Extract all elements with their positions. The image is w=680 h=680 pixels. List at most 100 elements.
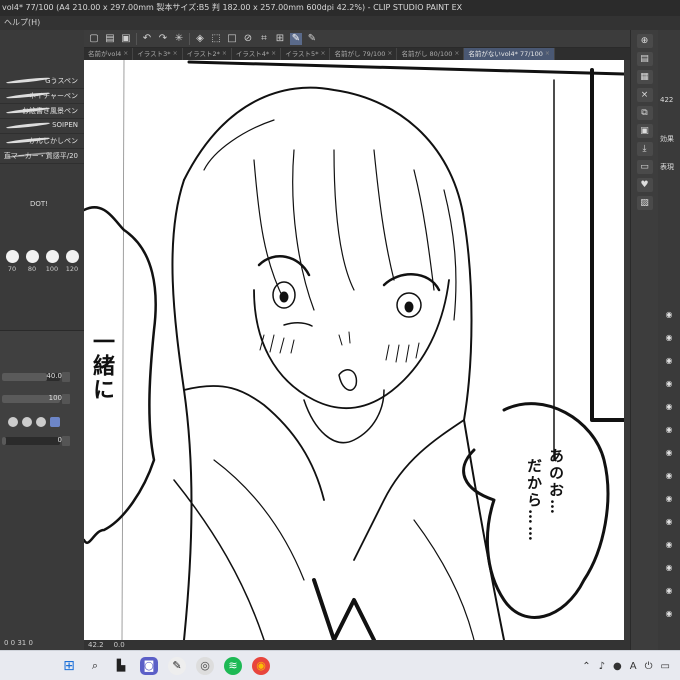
tab[interactable]: イラスト2* × [183, 48, 232, 60]
mic-icon[interactable]: ● [613, 661, 622, 672]
heart-icon[interactable]: ♥ [636, 178, 653, 192]
layer-icon[interactable]: ▤ [636, 52, 653, 66]
clipstudio-icon[interactable]: ✎ [168, 657, 186, 675]
brush-item[interactable]: SOIPEN [0, 119, 84, 134]
layer-visibility-list: ◉ ◉ ◉ ◉ ◉ ◉ ◉ ◉ ◉ ◉ ◉ ◉ ◉ ◉ [662, 310, 676, 632]
navigator-icon[interactable]: ⊕ [636, 34, 653, 48]
chrome-icon[interactable]: ◉ [252, 657, 270, 675]
brush-item[interactable]: Gうスペン [0, 74, 84, 89]
eye-icon[interactable]: ◉ [662, 448, 676, 471]
display-label: 表現 [660, 163, 674, 171]
paste-icon[interactable]: ▣ [636, 124, 653, 138]
material-icon[interactable]: ▦ [636, 70, 653, 84]
chat-icon[interactable]: ◙ [140, 657, 158, 675]
size-preset[interactable]: 70 [5, 250, 19, 280]
image-icon[interactable]: ▨ [636, 196, 653, 210]
brush-shape-options[interactable] [8, 416, 74, 428]
close-icon[interactable]: × [222, 48, 227, 60]
opacity-slider[interactable]: 100 [0, 393, 84, 405]
rect-icon[interactable]: □ [226, 33, 238, 45]
right-toolbar: ⊕ ▤ ▦ × ⧉ ▣ ⤓ ▭ ♥ ▨ [630, 30, 658, 650]
export-icon[interactable]: ⤓ [636, 142, 653, 156]
tab[interactable]: 名前がし 80/100 × [397, 48, 465, 60]
open-icon[interactable]: ▤ [104, 33, 116, 45]
snap-icon[interactable]: ✎ [290, 32, 302, 45]
tab[interactable]: イラスト4* × [232, 48, 282, 60]
tab-active[interactable]: 名前がないvol4* 77/100 × [464, 48, 555, 60]
eye-icon[interactable]: ◉ [662, 517, 676, 540]
power-icon[interactable]: ⏻ [645, 661, 653, 672]
snap-ruler-icon[interactable]: ✎ [306, 33, 318, 45]
close-icon[interactable]: × [545, 48, 550, 60]
close-icon[interactable]: × [387, 48, 392, 60]
eye-icon[interactable]: ◉ [662, 609, 676, 632]
folder-icon[interactable]: ▭ [636, 160, 653, 174]
chevron-up-icon[interactable]: ⌃ [582, 661, 590, 672]
menu-help[interactable]: ヘルプ(H) [2, 18, 42, 27]
volume-icon[interactable]: ♪ [599, 661, 605, 672]
copy-icon[interactable]: ⧉ [636, 106, 653, 120]
eye-icon[interactable]: ◉ [662, 425, 676, 448]
eye-icon[interactable]: ◉ [662, 356, 676, 379]
tab[interactable]: イラスト5* × [281, 48, 331, 60]
new-icon[interactable]: ▢ [88, 33, 100, 45]
transform-icon[interactable]: ⬚ [210, 33, 222, 45]
shape-option[interactable] [8, 417, 18, 427]
brush-item[interactable]: 直マーカー・質感平/20 [0, 149, 84, 164]
save-icon[interactable]: ▣ [120, 33, 132, 45]
close-icon[interactable]: × [320, 48, 325, 60]
brush-item[interactable]: ネイチャーペン [0, 89, 84, 104]
undo-icon[interactable]: ↶ [141, 33, 153, 45]
eye-icon[interactable]: ◉ [662, 333, 676, 356]
language-icon[interactable]: A [630, 661, 637, 672]
close-icon[interactable]: × [123, 48, 128, 60]
eye-icon[interactable]: ◉ [662, 471, 676, 494]
tab[interactable]: イラスト3* × [133, 48, 183, 60]
shape-option-selected[interactable] [50, 417, 60, 427]
drawing-canvas[interactable]: 一緒に あのお… だから…… [84, 60, 624, 640]
spin-button[interactable] [62, 394, 70, 404]
size-preset[interactable]: 100 [45, 250, 59, 280]
deselect-icon[interactable]: ⊘ [242, 33, 254, 45]
zoom-readout[interactable]: 42.2 [88, 640, 104, 650]
start-icon[interactable]: ⊞ [60, 657, 78, 675]
size-preset[interactable]: 120 [65, 250, 79, 280]
size-slider[interactable]: 40.0 [0, 371, 84, 383]
crop-icon[interactable]: ⌗ [258, 33, 270, 45]
spin-button[interactable] [62, 436, 70, 446]
eye-icon[interactable]: ◉ [662, 379, 676, 402]
redo-icon[interactable]: ↷ [157, 33, 169, 45]
brush-item[interactable]: かんじかしペン [0, 134, 84, 149]
tab[interactable]: 名前がvol4 × [84, 48, 134, 60]
size-preset[interactable]: 80 [25, 250, 39, 280]
close-icon[interactable]: × [454, 48, 459, 60]
clipstudio2-icon[interactable]: ◎ [196, 657, 214, 675]
speech-bubble-right-line2: だから…… [525, 458, 543, 543]
close-icon[interactable]: × [173, 48, 178, 60]
eye-icon[interactable]: ◉ [662, 402, 676, 425]
zoom-field[interactable]: 422 [658, 96, 680, 104]
spotify-icon[interactable]: ≋ [224, 657, 242, 675]
fit-icon[interactable]: ⊞ [274, 33, 286, 45]
third-slider[interactable]: 0 [0, 435, 84, 447]
shape-option[interactable] [36, 417, 46, 427]
brush-item[interactable]: お絵書き風景ペン [0, 104, 84, 119]
eye-icon[interactable]: ◉ [662, 494, 676, 517]
close-icon[interactable]: × [636, 88, 653, 102]
taskview-icon[interactable]: ▙ [112, 657, 130, 675]
manga-illustration [84, 60, 624, 640]
tab[interactable]: 名前がし 79/100 × [330, 48, 398, 60]
eye-icon[interactable]: ◉ [662, 563, 676, 586]
fill-icon[interactable]: ◈ [194, 33, 206, 45]
brush-dot-row[interactable]: DOT! [0, 200, 84, 210]
chat-bubble-icon[interactable]: ▭ [661, 661, 670, 672]
eye-icon[interactable]: ◉ [662, 540, 676, 563]
shape-option[interactable] [22, 417, 32, 427]
eye-icon[interactable]: ◉ [662, 586, 676, 609]
close-icon[interactable]: × [271, 48, 276, 60]
document-tabs: 名前がvol4 × イラスト3* × イラスト2* × イラスト4* × イラスト5* ×… [84, 48, 630, 60]
search-icon[interactable]: ⌕ [86, 657, 104, 675]
spin-button[interactable] [62, 372, 70, 382]
eye-icon[interactable]: ◉ [662, 310, 676, 333]
rotation-readout[interactable]: 0.0 [114, 640, 125, 650]
